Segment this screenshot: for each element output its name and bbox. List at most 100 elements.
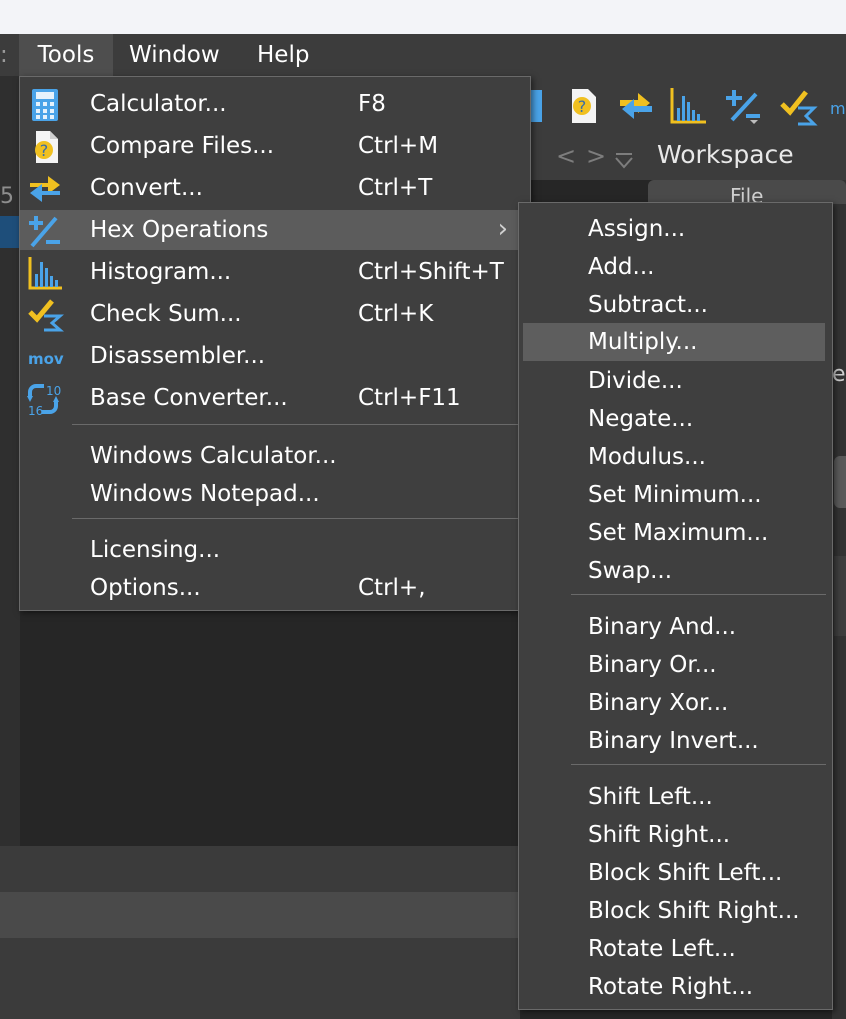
gutter-line-number: 5 <box>0 184 14 209</box>
hex-operations-icon[interactable] <box>724 86 764 126</box>
menu-item-label: Block Shift Left... <box>588 860 783 886</box>
workspace-panel-button[interactable] <box>834 456 846 508</box>
workspace-forward-button[interactable]: > <box>586 142 606 170</box>
menu-item-histogram[interactable]: Histogram... Ctrl+Shift+T <box>20 252 528 292</box>
menu-item-shortcut: Ctrl+F11 <box>358 385 461 411</box>
menu-item-label: Binary Xor... <box>588 690 729 716</box>
menu-item-label: Multiply... <box>588 329 698 355</box>
menu-item-label: Modulus... <box>588 444 706 470</box>
menu-item-label: Negate... <box>588 406 694 432</box>
submenu-item-block-shift-left[interactable]: Block Shift Left... <box>519 854 830 892</box>
disassembler-icon[interactable]: m <box>828 86 846 126</box>
menu-item-options[interactable]: Options... Ctrl+, <box>20 568 528 608</box>
submenu-item-set-minimum[interactable]: Set Minimum... <box>519 476 830 514</box>
disassembler-icon: mov <box>28 350 64 368</box>
menu-item-label: Convert... <box>90 175 203 201</box>
hex-operations-icon <box>29 216 60 248</box>
menu-window[interactable]: Window <box>129 34 220 76</box>
submenu-item-negate[interactable]: Negate... <box>519 400 830 438</box>
menu-separator <box>571 594 826 595</box>
convert-icon[interactable] <box>616 86 656 126</box>
menu-separator <box>571 764 826 765</box>
submenu-item-modulus[interactable]: Modulus... <box>519 438 830 476</box>
checksum-icon <box>28 299 64 332</box>
submenu-item-shift-left[interactable]: Shift Left... <box>519 778 830 816</box>
calculator-icon <box>32 89 58 121</box>
menu-item-label: Assign... <box>588 216 686 242</box>
menu-bar-separator: : <box>0 42 8 68</box>
submenu-item-binary-xor[interactable]: Binary Xor... <box>519 684 830 722</box>
menu-separator <box>72 424 528 425</box>
menu-help[interactable]: Help <box>257 34 309 76</box>
submenu-item-binary-invert[interactable]: Binary Invert... <box>519 722 830 760</box>
submenu-item-swap[interactable]: Swap... <box>519 552 830 590</box>
menu-item-label: Binary Invert... <box>588 728 759 754</box>
bottom-panel-area <box>0 938 520 1019</box>
menu-item-label: Base Converter... <box>90 385 288 411</box>
menu-item-shortcut: Ctrl+K <box>358 301 434 327</box>
menu-item-hex-operations[interactable]: Hex Operations › <box>20 210 528 250</box>
menu-item-label: Licensing... <box>90 537 221 563</box>
menu-item-shortcut: Ctrl+T <box>358 175 433 201</box>
menu-item-label: Set Maximum... <box>588 520 769 546</box>
menu-item-label: Windows Calculator... <box>90 443 337 469</box>
submenu-item-block-shift-right[interactable]: Block Shift Right... <box>519 892 830 930</box>
tools-menu: Calculator... F8 ? Compare Files... Ctrl… <box>19 76 531 611</box>
menu-item-windows-calculator[interactable]: Windows Calculator... <box>20 436 528 476</box>
menu-item-label: Compare Files... <box>90 133 275 159</box>
menu-item-shortcut: F8 <box>358 91 386 117</box>
checksum-icon[interactable] <box>778 86 818 126</box>
submenu-item-binary-and[interactable]: Binary And... <box>519 608 830 646</box>
submenu-item-rotate-left[interactable]: Rotate Left... <box>519 930 830 968</box>
workspace-title: Workspace <box>657 140 794 169</box>
menu-item-compare-files[interactable]: ? Compare Files... Ctrl+M <box>20 126 528 166</box>
menu-item-label: Rotate Right... <box>588 974 754 1000</box>
toolbar: ? m <box>528 76 846 136</box>
menu-item-label: Windows Notepad... <box>90 481 320 507</box>
submenu-item-set-maximum[interactable]: Set Maximum... <box>519 514 830 552</box>
menu-item-calculator[interactable]: Calculator... F8 <box>20 84 528 124</box>
menu-item-label: Divide... <box>588 368 683 394</box>
menu-item-convert[interactable]: Convert... Ctrl+T <box>20 168 528 208</box>
base-converter-icon: 10 16 <box>27 384 61 416</box>
workspace-back-button[interactable]: < <box>556 142 576 170</box>
menu-bar: : Tools Window Help <box>0 34 846 76</box>
submenu-item-add[interactable]: Add... <box>519 248 830 286</box>
menu-item-label: Check Sum... <box>90 301 242 327</box>
convert-icon <box>30 176 60 202</box>
menu-item-label: Shift Left... <box>588 784 713 810</box>
workspace-file-tab[interactable]: File <box>648 180 846 208</box>
menu-tools[interactable]: Tools <box>19 34 113 76</box>
menu-item-label: Subtract... <box>588 292 708 318</box>
workspace-dropdown-icon[interactable] <box>614 152 634 170</box>
menu-item-label: Swap... <box>588 558 673 584</box>
submenu-item-assign[interactable]: Assign... <box>519 210 830 248</box>
submenu-item-shift-right[interactable]: Shift Right... <box>519 816 830 854</box>
histogram-icon[interactable] <box>668 86 708 126</box>
submenu-item-subtract[interactable]: Subtract... <box>519 286 830 324</box>
menu-item-label: Rotate Left... <box>588 936 736 962</box>
compare-files-icon[interactable]: ? <box>564 86 604 126</box>
menu-item-windows-notepad[interactable]: Windows Notepad... <box>20 474 528 514</box>
menu-item-label: Set Minimum... <box>588 482 762 508</box>
histogram-icon <box>28 257 62 290</box>
window-top-strip <box>0 0 846 34</box>
workspace-bar: < > Workspace <box>528 136 846 180</box>
menu-item-label: Shift Right... <box>588 822 731 848</box>
menu-item-label: Calculator... <box>90 91 227 117</box>
menu-item-label: Hex Operations <box>90 217 269 243</box>
menu-item-label: Histogram... <box>90 259 232 285</box>
submenu-item-rotate-right[interactable]: Rotate Right... <box>519 968 830 1006</box>
menu-item-disassembler[interactable]: mov Disassembler... <box>20 336 528 376</box>
menu-item-licensing[interactable]: Licensing... <box>20 530 528 570</box>
submenu-item-divide[interactable]: Divide... <box>519 362 830 400</box>
menu-item-check-sum[interactable]: Check Sum... Ctrl+K <box>20 294 528 334</box>
menu-item-base-converter[interactable]: 10 16 Base Converter... Ctrl+F11 <box>20 378 528 418</box>
submenu-item-multiply[interactable]: Multiply... <box>523 323 825 361</box>
menu-item-shortcut: Ctrl+, <box>358 575 426 601</box>
svg-text:m: m <box>830 99 846 118</box>
menu-item-label: Add... <box>588 254 655 280</box>
workspace-panel-text: es <box>832 362 846 387</box>
compare-files-icon: ? <box>35 131 58 163</box>
submenu-item-binary-or[interactable]: Binary Or... <box>519 646 830 684</box>
